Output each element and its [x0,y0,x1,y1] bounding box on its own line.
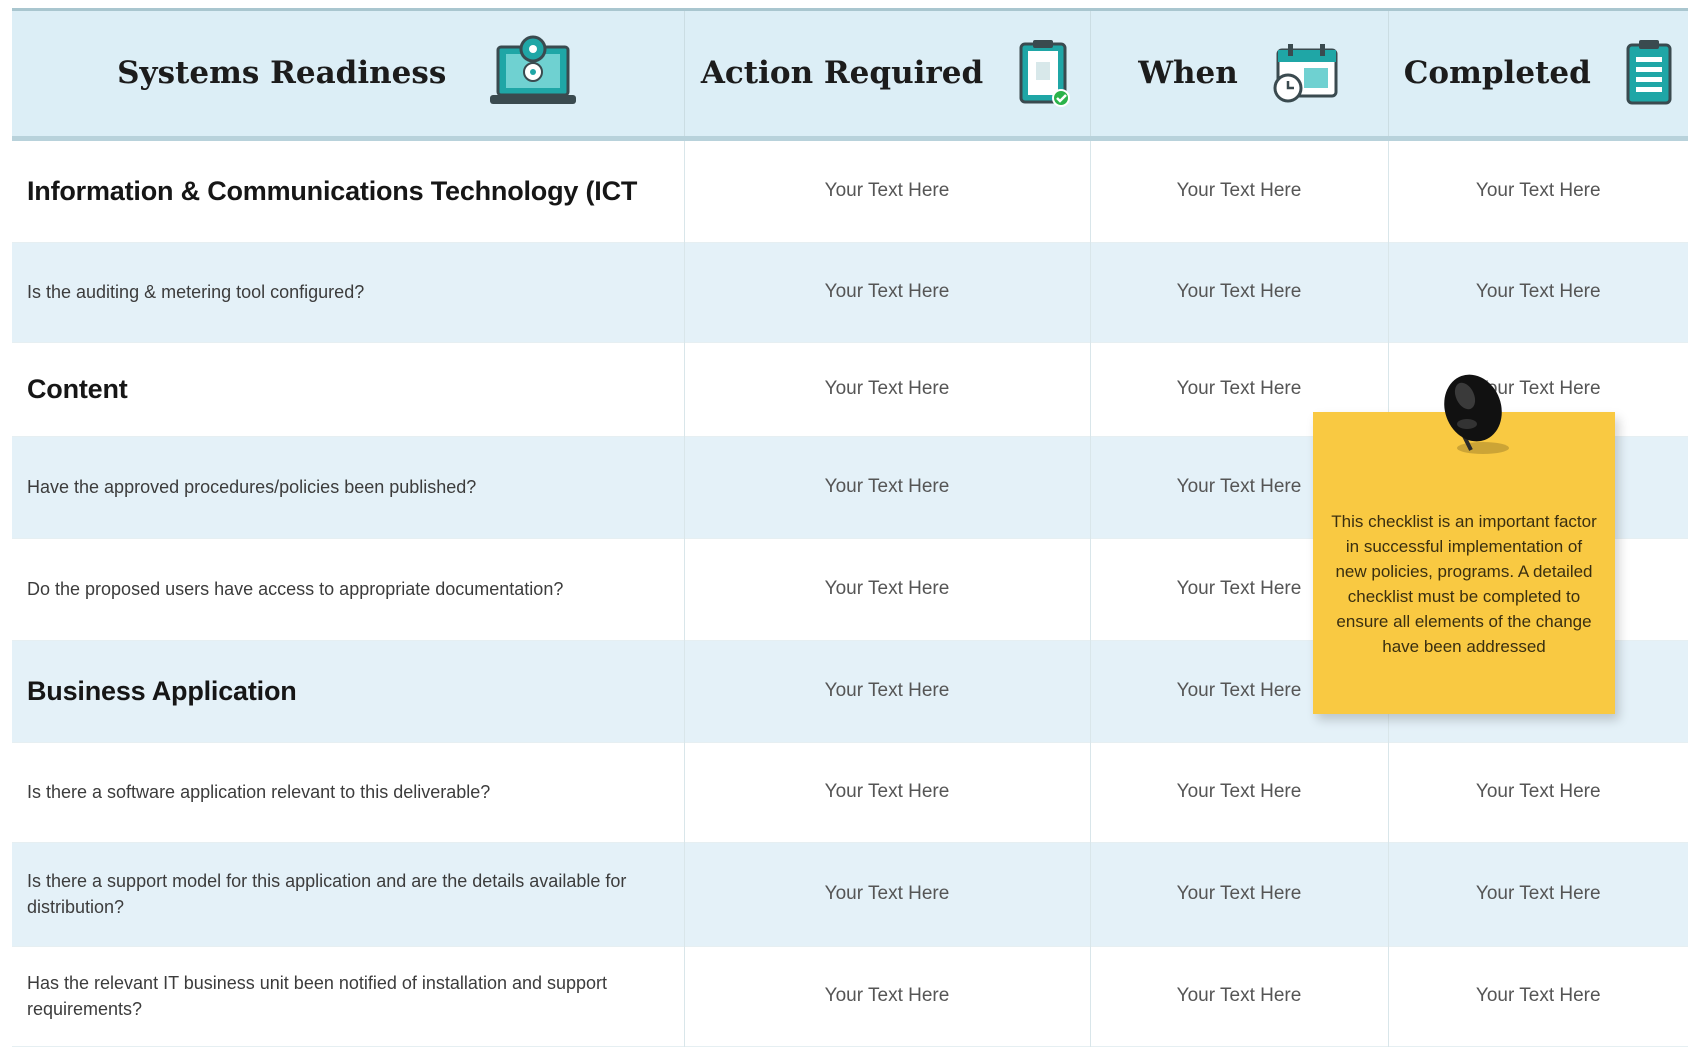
checklist-icon [1625,39,1673,107]
row-label: Have the approved procedures/policies be… [12,436,685,538]
header-completed-label: Completed [1403,55,1591,92]
question-text: Is the auditing & metering tool configur… [27,282,365,302]
action-cell: Your Text Here [684,538,1091,640]
calendar-clock-icon [1272,42,1340,104]
header-action-required: Action Required [684,11,1091,138]
when-cell: Your Text Here [1090,842,1389,946]
header-systems-readiness: Systems Readiness [12,11,685,138]
header-action-required-label: Action Required [700,55,984,92]
completed-cell: Your Text Here [1475,985,1601,1006]
question-text: Has the relevant IT business unit been n… [27,973,608,1019]
row-label: Information & Communications Technology … [12,138,685,242]
action-cell: Your Text Here [684,242,1091,342]
section-title: Business Application [27,676,297,706]
row-label: Business Application [12,640,685,742]
action-cell: Your Text Here [684,342,1091,436]
action-cell: Your Text Here [684,742,1091,842]
completed-cell: Your Text Here [1475,883,1601,904]
table-row: Is there a software application relevant… [12,742,1688,842]
header-row: Systems Readiness Action Required When C… [12,11,1688,138]
completed-cell: Your Text Here [1475,781,1601,802]
when-cell: Your Text Here [1090,742,1389,842]
action-cell: Your Text Here [684,842,1091,946]
laptop-gear-icon [488,35,578,111]
row-label: Is there a software application relevant… [12,742,685,842]
section-title: Information & Communications Technology … [27,176,638,206]
sticky-note-text: This checklist is an important factor in… [1331,512,1597,656]
when-cell: Your Text Here [1090,242,1389,342]
question-text: Is there a support model for this applic… [27,871,627,917]
row-label: Do the proposed users have access to app… [12,538,685,640]
table-row: Is there a support model for this applic… [12,842,1688,946]
when-cell: Your Text Here [1090,138,1389,242]
completed-cell: Your Text Here [1475,281,1601,302]
row-label: Has the relevant IT business unit been n… [12,946,685,1046]
when-cell: Your Text Here [1090,946,1389,1046]
table-row: Is the auditing & metering tool configur… [12,242,1688,342]
action-cell: Your Text Here [684,946,1091,1046]
action-cell: Your Text Here [684,640,1091,742]
question-text: Do the proposed users have access to app… [27,579,564,599]
question-text: Is there a software application relevant… [27,782,491,802]
table-row: Information & Communications Technology … [12,138,1688,242]
header-systems-readiness-label: Systems Readiness [117,55,447,92]
header-completed: Completed [1388,11,1688,138]
row-label: Content [12,342,685,436]
action-cell: Your Text Here [684,138,1091,242]
row-label: Is there a support model for this applic… [12,842,685,946]
section-title: Content [27,374,128,404]
completed-cell: Your Text Here [1475,180,1601,201]
header-when-label: When [1138,55,1238,92]
page: Systems Readiness Action Required When C… [0,0,1688,1064]
clipboard-check-icon [1017,38,1073,108]
question-text: Have the approved procedures/policies be… [27,477,477,497]
push-pin-icon [1444,374,1509,454]
header-when: When [1090,11,1389,138]
action-cell: Your Text Here [684,436,1091,538]
row-label: Is the auditing & metering tool configur… [12,242,685,342]
table-row: Has the relevant IT business unit been n… [12,946,1688,1046]
